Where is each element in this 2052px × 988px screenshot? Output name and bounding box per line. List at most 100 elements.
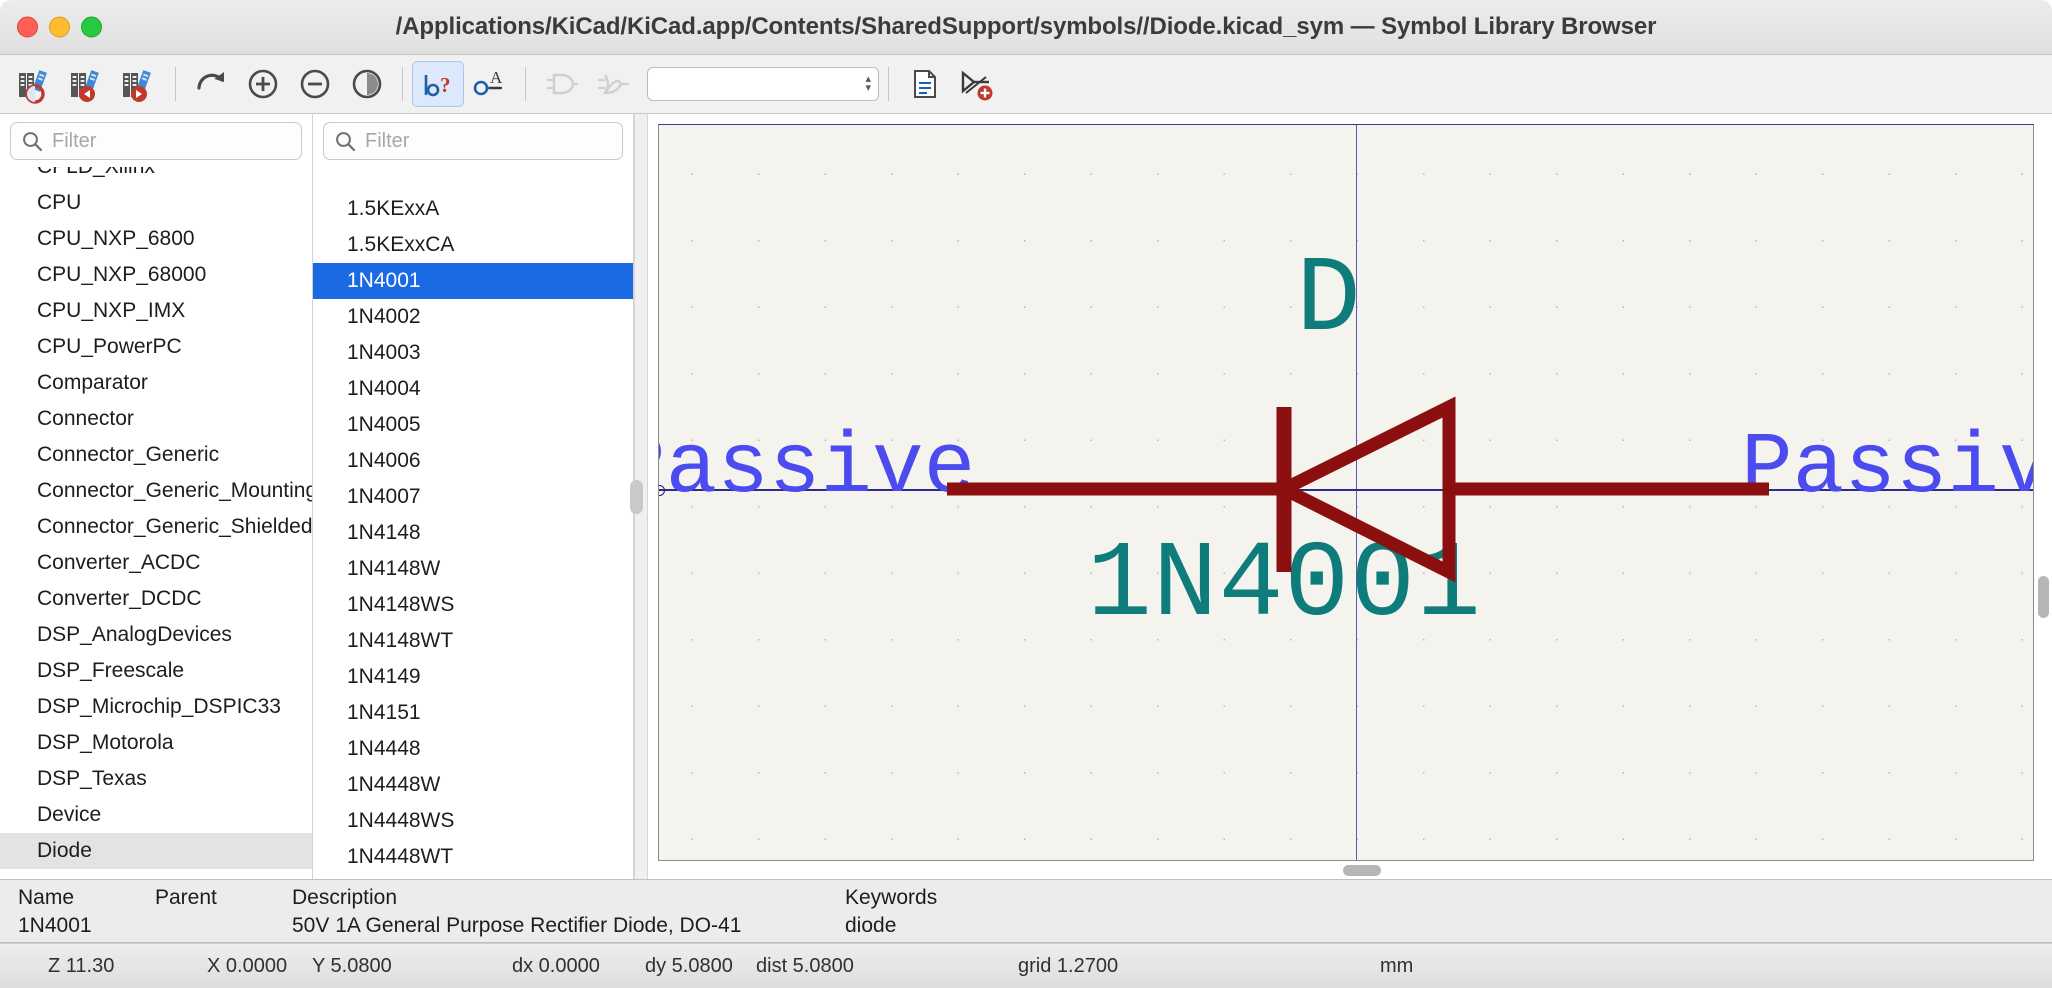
symbol-list-item-label: 1N4149 <box>347 665 421 688</box>
library-list[interactable]: CPLD_XilinxCPUCPU_NXP_6800CPU_NXP_68000C… <box>0 167 312 879</box>
status-bar: Z 11.30 X 0.0000 Y 5.0800 dx 0.0000 dy 5… <box>0 943 2052 988</box>
library-filter-box[interactable]: Filter <box>10 122 302 160</box>
symbol-list-item-label: 1N4001 <box>347 269 421 292</box>
library-list-item[interactable]: Connector_Generic_Shielded <box>0 509 312 545</box>
symbol-list-item[interactable]: 1N4448 <box>313 731 633 767</box>
demorgan-standard-icon <box>541 64 581 104</box>
library-filter-container: Filter <box>0 114 312 167</box>
zoom-out-button[interactable] <box>289 61 341 107</box>
add-symbol-icon <box>956 64 996 104</box>
previous-symbol-button[interactable] <box>62 61 114 107</box>
show-pin-numbers-button[interactable]: ? <box>412 61 464 107</box>
library-list-item[interactable]: CPU_NXP_IMX <box>0 293 312 329</box>
library-list-item-label: CPLD_Xilinx <box>37 167 155 178</box>
demorgan-alternate-icon <box>593 64 633 104</box>
library-list-item[interactable]: Device <box>0 797 312 833</box>
add-symbol-to-schematic-button[interactable] <box>950 61 1002 107</box>
next-symbol-button[interactable] <box>114 61 166 107</box>
symbol-filter-box[interactable]: Filter <box>323 122 623 160</box>
symbol-list-item[interactable]: 1N4002 <box>313 299 633 335</box>
library-list-item[interactable]: CPLD_Xilinx <box>0 167 312 185</box>
symbol-list-item[interactable]: 1N4003 <box>313 335 633 371</box>
library-list-item[interactable]: DSP_Microchip_DSPIC33 <box>0 689 312 725</box>
symbol-preview-canvas[interactable]: D 1N4001 Passive Passive <box>658 124 2034 861</box>
symbol-list-item[interactable]: 1N4006 <box>313 443 633 479</box>
zoom-fit-icon <box>347 64 387 104</box>
library-list-item-label: Diode <box>37 839 92 862</box>
toolbar-separator <box>525 67 526 101</box>
canvas-vertical-scroll-thumb[interactable] <box>2038 576 2049 618</box>
symbol-list-item[interactable]: 1N4001 <box>313 263 633 299</box>
symbol-list-item[interactable]: 1N4448WS <box>313 803 633 839</box>
show-datasheet-button[interactable] <box>898 61 950 107</box>
library-list-item-label: Comparator <box>37 371 148 394</box>
panel-splitter[interactable] <box>634 114 648 879</box>
status-grid: grid 1.2700 <box>1018 955 1118 978</box>
symbol-list-item[interactable]: 1N4448W <box>313 767 633 803</box>
library-list-item[interactable]: CPU_PowerPC <box>0 329 312 365</box>
search-icon <box>334 130 356 152</box>
show-de-morgan-alternate-button[interactable] <box>587 61 639 107</box>
symbol-list-item[interactable]: 1N4148 <box>313 515 633 551</box>
library-list-item[interactable]: Connector <box>0 401 312 437</box>
status-x: X 0.0000 <box>207 955 287 978</box>
canvas-vertical-scrollbar[interactable] <box>2034 124 2052 861</box>
close-button[interactable] <box>17 17 38 38</box>
unit-selector[interactable]: ▴▾ <box>647 67 879 101</box>
show-pin-names-button[interactable]: A <box>464 61 516 107</box>
symbol-preview-container: D 1N4001 Passive Passive <box>648 114 2052 879</box>
refresh-view-button[interactable] <box>185 61 237 107</box>
show-de-morgan-standard-button[interactable] <box>535 61 587 107</box>
library-list-item[interactable]: DSP_AnalogDevices <box>0 617 312 653</box>
info-header-name: Name <box>18 886 74 910</box>
symbol-list-item[interactable]: 1N4148WT <box>313 623 633 659</box>
library-list-item[interactable]: Comparator <box>0 365 312 401</box>
symbol-list-item[interactable]: 1N4004 <box>313 371 633 407</box>
symbol-list-item[interactable]: 1.5KExxCA <box>313 227 633 263</box>
symbol-info-bar: Name Parent Description Keywords 1N4001 … <box>0 879 2052 943</box>
symbol-list-item[interactable]: 1N4148WS <box>313 587 633 623</box>
symbol-list-item[interactable]: 1N4005 <box>313 407 633 443</box>
library-list-item[interactable]: CPU <box>0 185 312 221</box>
canvas-horizontal-scroll-thumb[interactable] <box>1343 865 1381 876</box>
library-list-item-label: Connector_Generic_MountingPin <box>37 479 312 502</box>
zoom-button[interactable] <box>81 17 102 38</box>
symbol-list-item[interactable]: 1N4149 <box>313 659 633 695</box>
symbol-panel: Filter 1.5KExxA1.5KExxCA1N40011N40021N40… <box>313 114 634 879</box>
title-bar: /Applications/KiCad/KiCad.app/Contents/S… <box>0 0 2052 55</box>
library-list-item[interactable]: DSP_Texas <box>0 761 312 797</box>
info-header-keywords: Keywords <box>845 886 937 910</box>
splitter-grip[interactable] <box>630 480 643 514</box>
library-filter-placeholder: Filter <box>52 130 96 153</box>
symbol-list-item-label: 1N4448W <box>347 773 440 796</box>
symbol-list-item-label: 1N4148WT <box>347 629 453 652</box>
minimize-button[interactable] <box>49 17 70 38</box>
library-list-item[interactable]: Converter_ACDC <box>0 545 312 581</box>
symbol-list-item[interactable]: 1N4148W <box>313 551 633 587</box>
symbol-library-browser-window: /Applications/KiCad/KiCad.app/Contents/S… <box>0 0 2052 988</box>
symbol-list-item[interactable]: 1.5KExxA <box>313 191 633 227</box>
info-header-parent: Parent <box>155 886 217 910</box>
library-list-item[interactable]: Converter_DCDC <box>0 581 312 617</box>
canvas-horizontal-scrollbar[interactable] <box>658 861 2052 879</box>
select-symbol-library-button[interactable] <box>10 61 62 107</box>
library-list-item-label: CPU <box>37 191 81 214</box>
symbol-filter-placeholder: Filter <box>365 130 409 153</box>
zoom-in-button[interactable] <box>237 61 289 107</box>
symbol-list-item[interactable]: 1N4151 <box>313 695 633 731</box>
symbol-list[interactable]: 1.5KExxA1.5KExxCA1N40011N40021N40031N400… <box>313 167 633 879</box>
library-list-item-label: DSP_Texas <box>37 767 147 790</box>
library-list-item[interactable]: Connector_Generic <box>0 437 312 473</box>
library-previous-icon <box>68 64 108 104</box>
library-list-item[interactable]: DSP_Motorola <box>0 725 312 761</box>
library-list-item[interactable]: CPU_NXP_68000 <box>0 257 312 293</box>
pin-name-icon: A <box>470 64 510 104</box>
symbol-list-item[interactable]: 1N4007 <box>313 479 633 515</box>
zoom-to-fit-button[interactable] <box>341 61 393 107</box>
library-list-item[interactable]: DSP_Freescale <box>0 653 312 689</box>
status-dy: dy 5.0800 <box>645 955 733 978</box>
library-list-item[interactable]: CPU_NXP_6800 <box>0 221 312 257</box>
library-list-item[interactable]: Connector_Generic_MountingPin <box>0 473 312 509</box>
library-list-item[interactable]: Diode <box>0 833 312 869</box>
symbol-list-item[interactable]: 1N4448WT <box>313 839 633 875</box>
